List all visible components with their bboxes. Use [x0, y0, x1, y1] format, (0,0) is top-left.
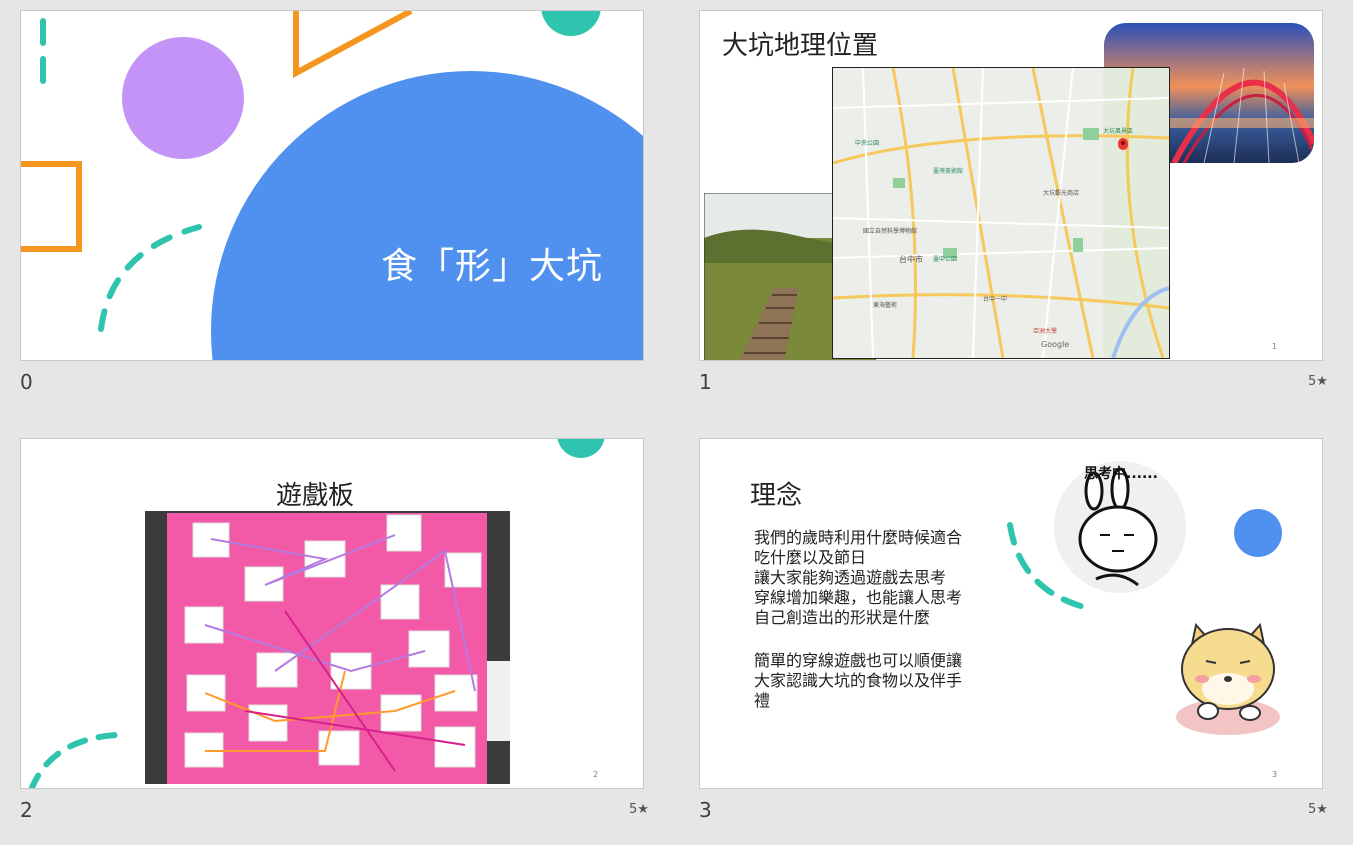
star-icon[interactable]: 5★: [629, 802, 649, 817]
teal-circle-shape: [557, 439, 605, 458]
slide-0-decoration: [21, 11, 643, 360]
orange-triangle-shape: [293, 11, 413, 79]
sticker-caption: 思考中......: [1084, 466, 1158, 482]
slide-thumbnail-3[interactable]: 理念 我們的歲時利用什麼時候適合 吃什麼以及節日 讓大家能夠透過遊戲去思考 穿線…: [699, 438, 1323, 789]
slide-0-title: 食「形」大坑: [381, 246, 604, 287]
slide-thumbnail-2[interactable]: 遊戲板 2: [20, 438, 644, 789]
slide-2-title: 遊戲板: [276, 481, 355, 511]
map-place-3: 國立自然科學博物館: [863, 228, 918, 235]
map-place-1: 大坑風景區: [1103, 128, 1134, 135]
slide-2-page-number: 2: [593, 770, 599, 779]
purple-circle-shape: [122, 37, 244, 159]
map-place-8: 亞洲大學: [1033, 328, 1058, 335]
slide-number-1: 1: [699, 370, 712, 394]
slide-1-page-number: 1: [1272, 342, 1278, 351]
map-place-0: 中央公園: [855, 140, 880, 147]
slide-number-0: 0: [20, 370, 33, 394]
map-google-logo: Google: [1041, 340, 1070, 349]
slide-number-3: 3: [699, 798, 712, 822]
star-icon[interactable]: 5★: [1308, 374, 1328, 389]
map-place-7: 大坑觀光商店: [1043, 190, 1080, 197]
teal-circle-shape: [541, 11, 601, 36]
map-place-6: 台中一中: [983, 296, 1008, 303]
slide-thumbnail-0[interactable]: 食「形」大坑: [20, 10, 644, 361]
slide-3-page-number: 3: [1272, 770, 1278, 779]
slide-3-decoration: [1007, 461, 1282, 735]
teal-dashed-arc: [28, 732, 120, 788]
map-place-5: 東海藝術: [873, 302, 898, 309]
slide-thumbnail-1[interactable]: 大坑地理位置 台中市 中央公園 大坑風景區 臺灣美術館 國立自然科學博物館 臺中…: [699, 10, 1323, 361]
map-image: 台中市 中央公園 大坑風景區 臺灣美術館 國立自然科學博物館 臺中公園 東海藝術…: [832, 67, 1170, 359]
shiba-dog-sticker: [1176, 622, 1280, 735]
teal-dashed-arc: [98, 224, 202, 332]
map-roads: [833, 68, 1169, 358]
slide-number-2: 2: [20, 798, 33, 822]
game-board-photo: [145, 511, 510, 784]
blue-circle-shape: [1234, 509, 1282, 557]
star-icon[interactable]: 5★: [1308, 802, 1328, 817]
map-place-2: 臺灣美術館: [933, 168, 964, 175]
blue-circle-shape: [211, 71, 643, 360]
orange-square-shape: [21, 161, 82, 252]
slide-1-title: 大坑地理位置: [722, 31, 879, 61]
map-place-4: 臺中公園: [933, 256, 958, 263]
map-city-label: 台中市: [899, 255, 923, 264]
